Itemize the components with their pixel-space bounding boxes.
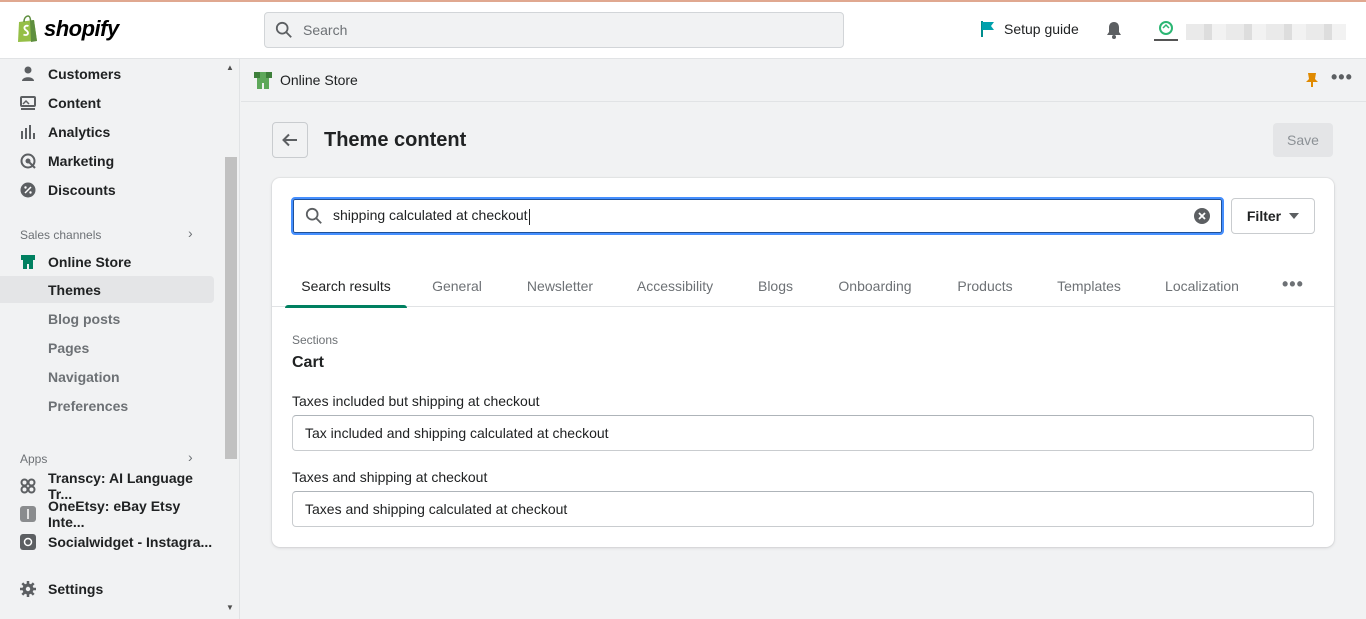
sidebar-subitem-themes[interactable]: Themes xyxy=(0,276,214,303)
search-placeholder: Search xyxy=(303,22,348,38)
search-icon xyxy=(275,21,292,38)
sidebar-subitem-label: Blog posts xyxy=(48,310,121,327)
sidebar-item-label: OneEtsy: eBay Etsy Inte... xyxy=(48,498,181,530)
sidebar-subitem-label: Pages xyxy=(48,339,90,356)
top-bar: shopify Search Setup guide xyxy=(0,0,1366,59)
sales-channels-label: Sales channels xyxy=(20,228,102,242)
sidebar: Customers Content Analytics Marketing Di… xyxy=(0,59,240,619)
sidebar-subitem-blog-posts[interactable]: Blog posts xyxy=(0,305,214,332)
sidebar-item-marketing[interactable]: Marketing xyxy=(0,147,214,175)
sidebar-item-label: Analytics xyxy=(48,124,111,140)
section-group-label: Sections xyxy=(292,333,339,347)
chevron-right-icon[interactable]: › xyxy=(188,225,193,241)
sidebar-app-oneetsy[interactable]: OneEtsy: eBay Etsy Inte... xyxy=(0,498,214,530)
pin-icon[interactable] xyxy=(1305,72,1319,88)
sidebar-item-label: Discounts xyxy=(48,182,116,198)
field-label-taxes-shipping: Taxes and shipping at checkout xyxy=(292,469,488,485)
tab-blogs[interactable]: Blogs xyxy=(748,264,803,307)
sidebar-item-label: Socialwidget - Instagra... xyxy=(48,534,213,550)
oneetsy-icon xyxy=(20,506,36,522)
sidebar-subitem-label: Navigation xyxy=(48,368,120,385)
shopify-logo[interactable]: shopify xyxy=(16,15,119,43)
person-icon xyxy=(20,66,36,82)
text-caret xyxy=(528,208,530,225)
app-subheader: Online Store ••• xyxy=(241,59,1366,102)
target-icon xyxy=(20,153,36,169)
setup-guide-button[interactable]: Setup guide xyxy=(980,20,1079,38)
tab-onboarding[interactable]: Onboarding xyxy=(828,264,922,307)
setup-guide-label: Setup guide xyxy=(1004,21,1079,37)
sidebar-scrollbar-thumb[interactable] xyxy=(225,157,237,459)
sidebar-item-content[interactable]: Content xyxy=(0,89,214,117)
socialwidget-icon xyxy=(20,534,36,550)
sidebar-item-label: Marketing xyxy=(48,153,115,169)
tab-bar: Search results General Newsletter Access… xyxy=(272,264,1334,308)
clear-search-icon[interactable] xyxy=(1194,208,1210,224)
save-button[interactable]: Save xyxy=(1273,123,1333,157)
transcy-icon xyxy=(20,478,36,494)
sidebar-app-socialwidget[interactable]: Socialwidget - Instagra... xyxy=(0,528,214,556)
taxes-included-input[interactable]: Tax included and shipping calculated at … xyxy=(292,415,1314,451)
sidebar-app-transcy[interactable]: Transcy: AI Language Tr... xyxy=(0,470,214,502)
shopify-bag-icon xyxy=(18,15,37,42)
store-name-blurred[interactable] xyxy=(1186,24,1346,40)
tab-search-results[interactable]: Search results xyxy=(285,264,407,308)
page-title: Theme content xyxy=(324,129,467,151)
caret-down-icon xyxy=(1289,213,1300,219)
search-value: shipping calculated at checkout xyxy=(333,207,528,224)
tab-newsletter[interactable]: Newsletter xyxy=(516,264,604,307)
store-avatar[interactable] xyxy=(1150,18,1182,46)
sidebar-item-discounts[interactable]: Discounts xyxy=(0,176,214,204)
sidebar-item-customers[interactable]: Customers xyxy=(0,60,214,88)
sidebar-item-label: Customers xyxy=(48,66,122,82)
scroll-down-arrow-icon[interactable]: ▼ xyxy=(226,603,234,612)
filter-label: Filter xyxy=(1246,208,1282,224)
section-title: Cart xyxy=(292,354,325,371)
content-icon xyxy=(20,95,36,111)
back-button[interactable] xyxy=(272,122,308,158)
more-tabs-icon[interactable]: ••• xyxy=(1282,274,1304,295)
taxes-shipping-input[interactable]: Taxes and shipping calculated at checkou… xyxy=(292,491,1314,527)
tab-localization[interactable]: Localization xyxy=(1156,264,1248,307)
store-icon xyxy=(20,254,36,270)
theme-content-card: shipping calculated at checkout Filter S… xyxy=(272,178,1334,547)
sidebar-item-analytics[interactable]: Analytics xyxy=(0,118,214,146)
field-label-taxes-included: Taxes included but shipping at checkout xyxy=(292,393,540,409)
search-icon xyxy=(305,207,322,224)
sidebar-item-online-store[interactable]: Online Store xyxy=(0,248,214,276)
global-search-input[interactable]: Search xyxy=(264,12,844,48)
tab-general[interactable]: General xyxy=(422,264,492,307)
sidebar-item-settings[interactable]: Settings xyxy=(0,575,214,603)
sidebar-subitem-label: Preferences xyxy=(48,397,129,414)
theme-content-search-input[interactable]: shipping calculated at checkout xyxy=(291,197,1224,235)
bar-chart-icon xyxy=(20,124,36,140)
sidebar-item-label: Settings xyxy=(48,581,104,597)
scroll-up-arrow-icon[interactable]: ▲ xyxy=(226,63,234,72)
sidebar-subitem-pages[interactable]: Pages xyxy=(0,334,214,361)
brand-name: shopify xyxy=(44,16,119,41)
sidebar-item-label: Content xyxy=(48,95,101,111)
online-store-icon xyxy=(254,72,272,89)
subheader-title: Online Store xyxy=(280,72,358,88)
arrow-left-icon xyxy=(282,133,297,147)
more-options-icon[interactable]: ••• xyxy=(1331,67,1353,88)
tab-products[interactable]: Products xyxy=(948,264,1022,307)
tab-accessibility[interactable]: Accessibility xyxy=(628,264,722,307)
sidebar-subitem-preferences[interactable]: Preferences xyxy=(0,392,214,419)
sidebar-item-label: Online Store xyxy=(48,254,132,270)
bell-icon[interactable] xyxy=(1104,20,1124,40)
discount-icon xyxy=(20,182,36,198)
flag-icon xyxy=(981,21,994,37)
filter-button[interactable]: Filter xyxy=(1231,198,1315,234)
sidebar-subitem-label: Themes xyxy=(48,281,101,298)
sidebar-subitem-navigation[interactable]: Navigation xyxy=(0,363,214,390)
tab-templates[interactable]: Templates xyxy=(1048,264,1130,307)
chevron-right-icon[interactable]: › xyxy=(188,449,193,465)
apps-label: Apps xyxy=(20,452,48,466)
gear-icon xyxy=(20,581,36,597)
